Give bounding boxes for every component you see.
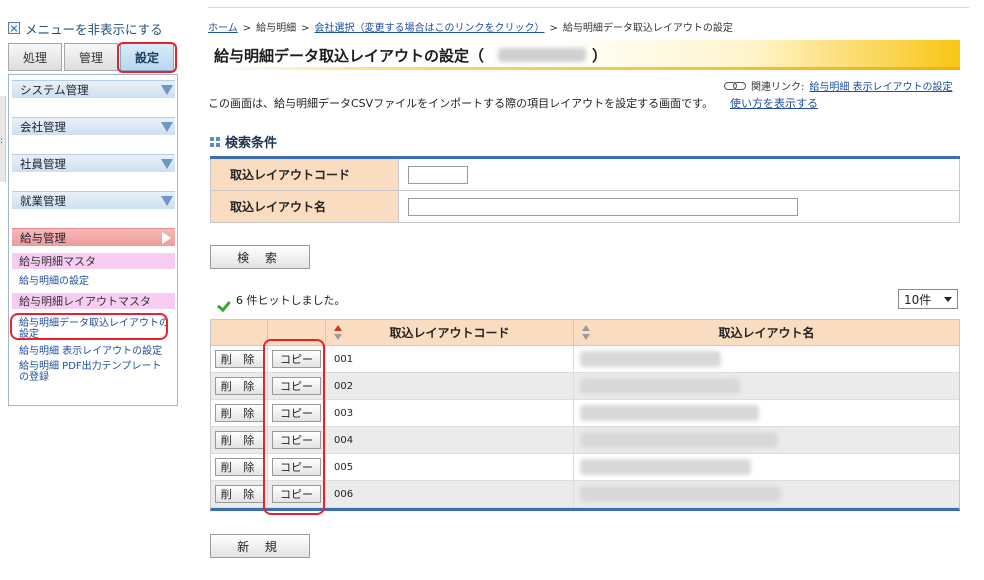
related-links: 関連リンク: 給与明細 表示レイアウトの設定 xyxy=(724,78,953,93)
related-label: 関連リンク: xyxy=(751,82,805,93)
per-page-value: 10件 xyxy=(904,292,932,307)
chevron-right-icon xyxy=(162,232,171,244)
hit-count: 6 件ヒットしました。 xyxy=(216,292,346,308)
menu-section-company[interactable]: 会社管理 xyxy=(12,117,175,135)
name-label: 取込レイアウト名 xyxy=(211,191,399,222)
close-menu-icon[interactable] xyxy=(8,22,20,34)
delete-button[interactable]: 削 除 xyxy=(215,485,264,503)
layout-code-cell: 004 xyxy=(326,427,574,453)
code-input[interactable] xyxy=(408,165,468,184)
search-form: 取込レイアウトコード 取込レイアウト名 xyxy=(210,156,960,223)
tab-process[interactable]: 処理 xyxy=(8,43,62,71)
search-section-title: 検索条件 xyxy=(210,132,277,151)
link-chain-icon xyxy=(724,81,746,90)
tab-manage[interactable]: 管理 xyxy=(64,43,118,71)
sort-icon[interactable] xyxy=(582,325,590,341)
col-header-name[interactable]: 取込レイアウト名 xyxy=(574,320,959,345)
layout-code-cell: 005 xyxy=(326,454,574,480)
layout-code-cell: 003 xyxy=(326,400,574,426)
chevron-down-icon xyxy=(161,122,173,132)
search-row-code: 取込レイアウトコード xyxy=(210,159,960,191)
page-title-bar: 給与明細データ取込レイアウトの設定（ ） xyxy=(208,40,960,70)
page-title-close: ） xyxy=(592,47,608,65)
delete-button[interactable]: 削 除 xyxy=(215,458,264,476)
per-page-select[interactable]: 10件 xyxy=(898,289,958,309)
settings-tab-annotation xyxy=(117,42,177,73)
menu-panel: システム管理 会社管理 社員管理 就業管理 給与管理 給与明細マスタ 給与明細の… xyxy=(8,74,178,406)
checkmark-icon xyxy=(216,295,228,305)
delete-button[interactable]: 削 除 xyxy=(215,350,264,368)
redacted-layout-name xyxy=(580,432,778,448)
submenu-link-payslip-settings[interactable]: 給与明細の設定 xyxy=(19,276,169,287)
menu-section-employee[interactable]: 社員管理 xyxy=(12,154,175,172)
search-row-name: 取込レイアウト名 xyxy=(210,191,960,223)
col-header-name-label: 取込レイアウト名 xyxy=(718,326,815,340)
menu-section-label: 給与管理 xyxy=(20,230,66,245)
menu-section-label: 社員管理 xyxy=(20,156,66,171)
menu-section-work[interactable]: 就業管理 xyxy=(12,191,175,209)
copy-buttons-annotation xyxy=(263,339,325,515)
delete-button[interactable]: 削 除 xyxy=(215,404,264,422)
new-button[interactable]: 新 規 xyxy=(210,534,310,558)
breadcrumb-payslip: 給与明細 xyxy=(256,23,297,34)
related-link-display-layout[interactable]: 給与明細 表示レイアウトの設定 xyxy=(809,78,952,93)
chevron-down-icon xyxy=(161,196,173,206)
layout-code-cell: 001 xyxy=(326,346,574,372)
breadcrumb: ホーム > 給与明細 > 会社選択（変更する場合はこのリンクをクリック） > 給与明細データ… xyxy=(208,23,733,34)
menu-section-label: 就業管理 xyxy=(20,193,66,208)
breadcrumb-home[interactable]: ホーム xyxy=(208,23,238,34)
page-description: この画面は、給与明細データCSVファイルをインポートする際の項目レイアウトを設定… xyxy=(208,97,714,110)
menu-section-payroll[interactable]: 給与管理 xyxy=(12,228,175,246)
redacted-layout-name xyxy=(580,459,751,475)
redacted-layout-name xyxy=(580,405,759,421)
top-divider xyxy=(208,7,969,8)
redacted-layout-name xyxy=(580,378,740,394)
sort-asc-icon[interactable] xyxy=(334,325,342,341)
import-layout-annotation xyxy=(10,313,168,340)
submenu-link-pdf-template[interactable]: 給与明細 PDF出力テンプレートの登録 xyxy=(19,361,169,383)
code-label: 取込レイアウトコード xyxy=(211,159,399,190)
chevron-down-icon xyxy=(161,85,173,95)
layout-code-cell: 006 xyxy=(326,481,574,507)
delete-button[interactable]: 削 除 xyxy=(215,431,264,449)
chevron-down-icon xyxy=(161,159,173,169)
sidebar: メニューを非表示にする 処理 管理 設定 システム管理 会社管理 社員管理 就業… xyxy=(6,0,178,410)
section-title-text: 検索条件 xyxy=(225,136,278,151)
submenu-head-layout-master: 給与明細レイアウトマスタ xyxy=(12,293,175,309)
menu-toggle-label[interactable]: メニューを非表示にする xyxy=(25,19,163,38)
name-input[interactable] xyxy=(408,197,798,216)
menu-section-label: システム管理 xyxy=(20,82,89,97)
menu-section-system[interactable]: システム管理 xyxy=(12,80,175,98)
grid-square-icon xyxy=(210,136,220,147)
redacted-company-name xyxy=(498,48,586,62)
breadcrumb-current: 給与明細データ取込レイアウトの設定 xyxy=(562,23,733,34)
breadcrumb-company-select[interactable]: 会社選択（変更する場合はこのリンクをクリック） xyxy=(314,23,544,34)
howto-link[interactable]: 使い方を表示する xyxy=(730,95,818,111)
delete-button[interactable]: 削 除 xyxy=(215,377,264,395)
hit-count-text: 6 件ヒットしました。 xyxy=(236,294,346,307)
search-button[interactable]: 検 索 xyxy=(210,245,310,269)
submenu-head-payslip-master: 給与明細マスタ xyxy=(12,253,175,269)
menu-toggle[interactable]: メニューを非表示にする xyxy=(8,19,163,38)
layout-code-cell: 002 xyxy=(326,373,574,399)
col-header-code[interactable]: 取込レイアウトコード xyxy=(326,320,574,345)
menu-section-label: 会社管理 xyxy=(20,119,66,134)
redacted-layout-name xyxy=(580,486,781,502)
page-title: 給与明細データ取込レイアウトの設定（ xyxy=(214,47,485,65)
col-header-code-label: 取込レイアウトコード xyxy=(389,326,510,340)
dropdown-arrow-icon xyxy=(944,297,952,302)
main-content: ホーム > 給与明細 > 会社選択（変更する場合はこのリンクをクリック） > 給与明細データ… xyxy=(208,0,969,580)
submenu-link-display-layout[interactable]: 給与明細 表示レイアウトの設定 xyxy=(19,346,169,357)
redacted-layout-name xyxy=(580,351,721,367)
